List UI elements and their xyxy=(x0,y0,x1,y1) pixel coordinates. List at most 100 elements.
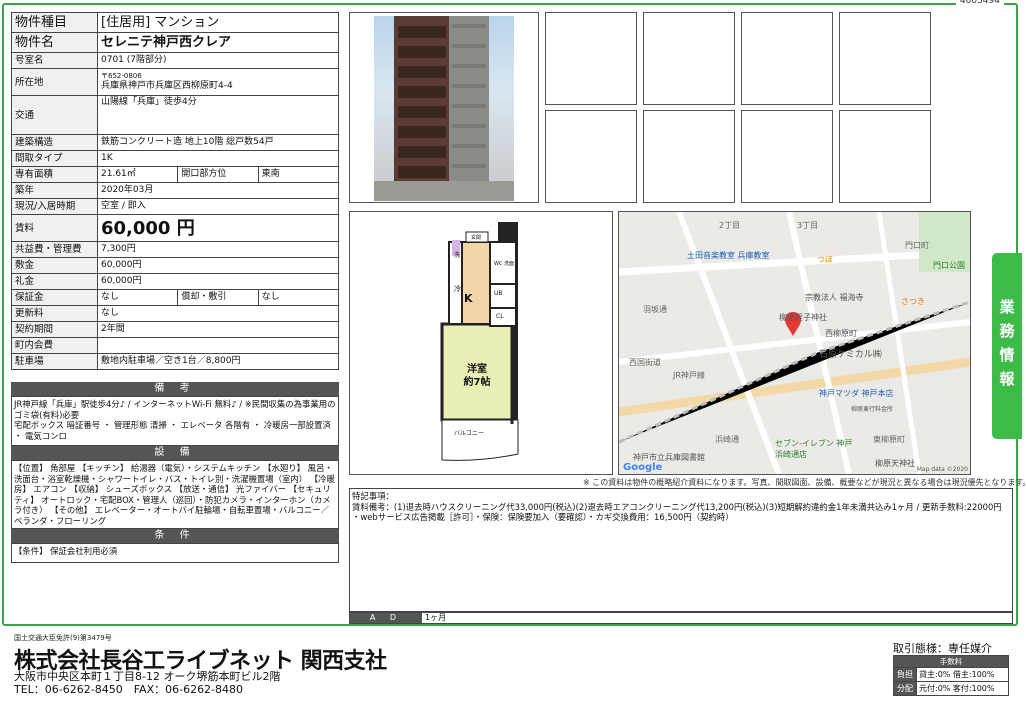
map-label: 門口公園 xyxy=(933,261,965,270)
map-label: 3丁目 xyxy=(797,221,819,230)
building-image xyxy=(374,16,514,201)
fridge-label: 冷 xyxy=(454,285,461,293)
map-label: 土田音楽教室 兵庫教室 xyxy=(687,251,770,260)
transaction-type: 取引態様：専任媒介 xyxy=(893,642,992,655)
disclaimer-note: ※ この資料は物件の概略紹介資料になります。写真、間取図面、設備、概要などが現況… xyxy=(583,478,1026,487)
rent: 60,000 円 xyxy=(97,214,339,242)
postal-code: 〒652-0806 xyxy=(101,71,142,80)
fee-table: 手数料 負担 貸主:0% 借主:100% 分配 元付:0% 客付:100% xyxy=(893,655,1009,696)
label: 町内会費 xyxy=(11,337,98,354)
map-label: セブン-イレブン 神戸浜崎通店 xyxy=(775,439,853,459)
conditions-text: 【条件】 保証会社利用必須 xyxy=(11,543,339,563)
ub-label: UB xyxy=(494,290,503,297)
status: 空室 / 即入 xyxy=(97,198,339,215)
photo-slot xyxy=(545,12,637,105)
map-label: 宗教法人 福海寺 xyxy=(805,293,864,302)
transport: 山陽線「兵庫」徒歩4分 xyxy=(97,95,339,135)
shoes-label: 玄関 xyxy=(471,235,482,241)
town-fee xyxy=(97,337,339,354)
ad-label: A D xyxy=(350,613,422,623)
common-fee: 7,300円 xyxy=(97,241,339,258)
parking: 敷地内駐車場／空き1台／8,800円 xyxy=(97,353,339,370)
label: 所在地 xyxy=(11,68,98,96)
map-label: 東柳原町 xyxy=(873,435,905,444)
google-logo: Google xyxy=(623,462,663,473)
photo-slot xyxy=(839,12,931,105)
photo-slot xyxy=(643,110,735,203)
side-tab-char: 業 xyxy=(999,298,1015,316)
wash-label: 洗 xyxy=(454,252,461,259)
label: 物件種目 xyxy=(11,12,98,33)
label: 専有面積 xyxy=(11,166,98,183)
layout-type: 1K xyxy=(97,150,339,167)
label: 号室名 xyxy=(11,52,98,69)
photo-slot xyxy=(741,110,833,203)
balcony-label: バルコニー xyxy=(454,430,484,437)
company-phone: TEL：06-6262-8450 FAX：06-6262-8480 xyxy=(14,683,244,696)
built-date: 2020年03月 xyxy=(97,182,339,199)
location-map[interactable]: 2丁目 3丁目 門口町 門口公園 土田音楽教室 兵庫教室 つぼ 宗教法人 福海寺… xyxy=(618,211,971,475)
label: 賃料 xyxy=(11,214,98,242)
map-label: 門口町 xyxy=(905,241,929,250)
photo-slot xyxy=(545,110,637,203)
address: 兵庫県神戸市兵庫区西柳原町4-4 xyxy=(101,80,233,91)
map-label: 浜崎通 xyxy=(715,435,739,444)
property-type: [住居用] マンション xyxy=(97,12,339,33)
map-label: さつき xyxy=(901,297,925,306)
label: 交通 xyxy=(11,95,98,135)
label: 現況/入居時期 xyxy=(11,198,98,215)
renewal-fee: なし xyxy=(97,305,339,322)
special-notes: 特記事項： 賃料備考：(1)退去時ハウスクリーニング代33,000円(税込)(2… xyxy=(349,488,1013,612)
closet-label: CL xyxy=(496,313,504,320)
fee-value: 貸主:0% 借主:100% xyxy=(916,667,1009,682)
label: 礼金 xyxy=(11,273,98,290)
label: 建築構造 xyxy=(11,134,98,151)
building-photo[interactable] xyxy=(349,12,539,203)
property-info-table: 物件種目 [住居用] マンション 物件名 セレニテ神戸西クレア 号室名 0701 (7… xyxy=(11,12,340,370)
business-info-tab[interactable]: 業 務 情 報 xyxy=(992,253,1022,439)
conditions-header: 条 件 xyxy=(11,529,339,543)
fee-title: 手数料 xyxy=(893,655,1009,668)
map-label: 柳原蛭子神社 xyxy=(779,313,827,322)
side-tab-char: 務 xyxy=(999,322,1015,340)
map-label: JR神戸線 xyxy=(673,371,705,380)
fee-key: 負担 xyxy=(893,667,917,682)
photo-slot xyxy=(839,110,931,203)
label: 築年 xyxy=(11,182,98,199)
license-number: 国土交通大臣免許(9)第3479号 xyxy=(14,634,112,642)
label: 間取タイプ xyxy=(11,150,98,167)
wc-label: WC 洗面 xyxy=(493,261,515,267)
map-label: 西柳原町 xyxy=(825,329,857,338)
remarks-header: 備 考 xyxy=(11,382,339,396)
fee-value: 元付:0% 客付:100% xyxy=(916,681,1009,696)
floor-plan[interactable]: K 冷 洗 玄関 WC 洗面 UB CL 洋室 約7帖 バルコニー xyxy=(349,211,613,475)
label: 敷金 xyxy=(11,257,98,274)
property-name: セレニテ神戸西クレア xyxy=(97,32,339,53)
map-label: 羽坂通 xyxy=(643,305,667,314)
equipment-header: 設 備 xyxy=(11,446,339,460)
floor-area: 21.61㎡ xyxy=(96,166,179,183)
ad-row: A D 1ヶ月 xyxy=(349,612,1013,624)
document-number: 4005494 xyxy=(955,0,1004,6)
facing: 東南 xyxy=(257,166,340,183)
fee-key: 分配 xyxy=(893,681,917,696)
label: 保証金 xyxy=(11,289,98,306)
map-label: 神戸マツダ 神戸本店 xyxy=(819,389,894,398)
structure: 鉄筋コンクリート造 地上10階 総戸数54戸 xyxy=(97,134,339,151)
key-money: 60,000円 xyxy=(97,273,339,290)
amortization: なし xyxy=(257,289,340,306)
equipment-text: 【位置】 角部屋 【キッチン】 給湯器（電気）・システムキッチン 【水廻り】 風… xyxy=(11,460,339,529)
room-number: 0701 (7階部分) xyxy=(97,52,339,69)
label: 駐車場 xyxy=(11,353,98,370)
label: 共益費・管理費 xyxy=(11,241,98,258)
map-label: つぼ xyxy=(817,255,833,264)
photo-slot xyxy=(741,12,833,105)
label: 物件名 xyxy=(11,32,98,53)
label: 開口部方位 xyxy=(177,166,259,183)
photo-slot xyxy=(643,12,735,105)
label: 償却・敷引 xyxy=(177,289,259,306)
label: 契約期間 xyxy=(11,321,98,338)
map-label: 柳原東行料金所 xyxy=(851,406,894,413)
side-tab-char: 報 xyxy=(999,370,1015,388)
ad-value: 1ヶ月 xyxy=(425,613,447,622)
